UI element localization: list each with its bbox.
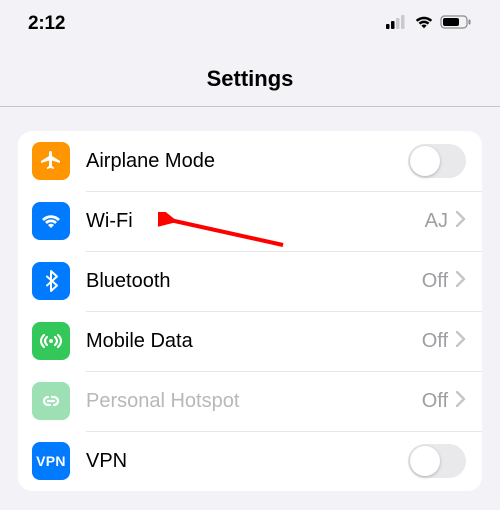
- battery-icon: [440, 15, 472, 34]
- bluetooth-label: Bluetooth: [86, 270, 422, 293]
- bluetooth-icon: [32, 262, 70, 300]
- status-indicators: [386, 15, 472, 34]
- chevron-right-icon: [456, 331, 466, 352]
- settings-header: Settings: [0, 44, 500, 107]
- wifi-value: AJ: [425, 210, 448, 233]
- chevron-right-icon: [456, 271, 466, 292]
- row-personal-hotspot[interactable]: Personal Hotspot Off: [18, 371, 482, 431]
- status-time: 2:12: [28, 13, 65, 35]
- vpn-toggle[interactable]: [408, 444, 466, 478]
- hotspot-value: Off: [422, 390, 448, 413]
- row-mobile-data[interactable]: Mobile Data Off: [18, 311, 482, 371]
- row-vpn[interactable]: VPN VPN: [18, 431, 482, 491]
- row-wifi[interactable]: Wi-Fi AJ: [18, 191, 482, 251]
- settings-group: Airplane Mode Wi-Fi AJ Bluetooth Off: [18, 131, 482, 491]
- row-airplane-mode[interactable]: Airplane Mode: [18, 131, 482, 191]
- row-bluetooth[interactable]: Bluetooth Off: [18, 251, 482, 311]
- hotspot-icon: [32, 382, 70, 420]
- wifi-status-icon: [414, 15, 434, 34]
- vpn-icon: VPN: [32, 442, 70, 480]
- mobile-data-value: Off: [422, 330, 448, 353]
- airplane-toggle[interactable]: [408, 144, 466, 178]
- airplane-icon: [32, 142, 70, 180]
- airplane-label: Airplane Mode: [86, 150, 408, 173]
- vpn-label: VPN: [86, 450, 408, 473]
- cellular-icon: [386, 15, 408, 34]
- antenna-icon: [32, 322, 70, 360]
- vpn-badge-text: VPN: [36, 453, 66, 469]
- chevron-right-icon: [456, 391, 466, 412]
- page-title: Settings: [0, 66, 500, 92]
- mobile-data-label: Mobile Data: [86, 330, 422, 353]
- status-bar: 2:12: [0, 0, 500, 44]
- wifi-label: Wi-Fi: [86, 210, 425, 233]
- chevron-right-icon: [456, 211, 466, 232]
- hotspot-label: Personal Hotspot: [86, 390, 422, 413]
- wifi-icon: [32, 202, 70, 240]
- bluetooth-value: Off: [422, 270, 448, 293]
